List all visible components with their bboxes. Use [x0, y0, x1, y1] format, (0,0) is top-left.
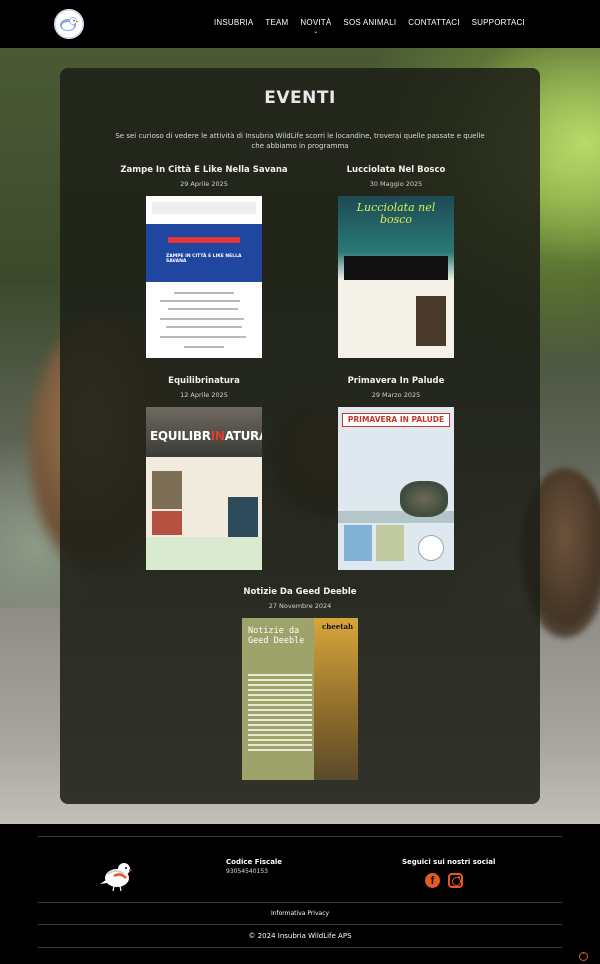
poster-title: PRIMAVERA IN PALUDE: [342, 413, 450, 427]
site-header: INSUBRIA TEAM NOVITÀ ⌄ SOS ANIMALI CONTA…: [0, 0, 600, 48]
poster-line: [174, 292, 234, 294]
poster-cheetah-photo: [314, 618, 358, 780]
site-logo[interactable]: [54, 9, 84, 39]
divider: [38, 836, 562, 837]
footer-logo: [98, 854, 138, 894]
poster-badge: [418, 535, 444, 561]
poster-footer: [146, 537, 262, 570]
event-title: Equilibrinatura: [168, 376, 240, 386]
nav-item-team[interactable]: TEAM: [265, 18, 288, 27]
poster-label: cheetah: [322, 622, 354, 631]
event-date: 30 Maggio 2025: [369, 180, 423, 188]
poster-title-part: ATURA: [224, 429, 262, 443]
event-title: Notizie Da Geed Deeble: [243, 587, 357, 597]
poster-text: ZAMPE IN CITTÀ E LIKE NELLA SAVANA: [166, 254, 242, 264]
scroll-to-top-icon[interactable]: ˄: [579, 952, 588, 961]
main-nav: INSUBRIA TEAM NOVITÀ ⌄ SOS ANIMALI CONTA…: [214, 18, 537, 35]
event-poster[interactable]: cheetah Notizie da Geed Deeble: [242, 618, 358, 780]
poster-title-part: EQUILIBR: [150, 429, 211, 443]
privacy-link[interactable]: Informativa Privacy: [0, 910, 600, 917]
event-date: 29 Aprile 2025: [180, 180, 228, 188]
event-date: 29 Marzo 2025: [371, 391, 421, 399]
poster-header-logos: [152, 202, 256, 214]
divider: [38, 902, 562, 903]
poster-band: [146, 224, 262, 282]
event-card: Primavera In Palude 29 Marzo 2025: [292, 376, 500, 399]
site-footer: Codice Fiscale 93054540153 Seguici sui n…: [0, 824, 600, 964]
nav-item-contattaci[interactable]: CONTATTACI: [408, 18, 459, 27]
social-label: Seguici sui nostri social: [402, 858, 496, 866]
event-poster[interactable]: PRIMAVERA IN PALUDE: [338, 407, 454, 570]
nav-item-sos-animali[interactable]: SOS ANIMALI: [343, 18, 396, 27]
poster-banner: [344, 256, 448, 280]
poster-line: [166, 326, 242, 328]
event-title: Zampe In Città E Like Nella Savana: [120, 165, 288, 175]
poster-line: [160, 300, 240, 302]
copyright: © 2024 Insubria WildLife APS: [248, 932, 352, 940]
divider: [38, 924, 562, 925]
poster-line: [160, 318, 244, 320]
poster-photo: [376, 525, 404, 561]
bird-logo-icon: [54, 9, 84, 39]
event-poster[interactable]: EQUILIBRINATURA: [146, 407, 262, 570]
events-title: EVENTI: [264, 88, 336, 108]
nav-item-novita-label: NOVITÀ: [300, 18, 332, 27]
poster-body: [248, 674, 312, 754]
poster-line: [184, 346, 224, 348]
event-date: 27 Novembre 2024: [268, 602, 332, 610]
event-poster[interactable]: ZAMPE IN CITTÀ E LIKE NELLA SAVANA: [146, 196, 262, 358]
poster-photo: [416, 296, 446, 346]
poster-title: Lucciolata nel bosco: [356, 201, 436, 226]
events-intro: Se sei curioso di vedere le attività di …: [115, 132, 485, 150]
event-card: Lucciolata Nel Bosco 30 Maggio 2025: [292, 165, 500, 188]
instagram-icon[interactable]: [448, 873, 463, 888]
nav-item-novita[interactable]: NOVITÀ ⌄: [300, 18, 332, 35]
poster-duck-photo: [400, 481, 448, 517]
event-title: Primavera In Palude: [347, 376, 445, 386]
facebook-icon[interactable]: f: [425, 873, 440, 888]
poster-book-cover: [228, 497, 258, 539]
chevron-down-icon: ⌄: [313, 29, 319, 35]
events-panel: EVENTI Se sei curioso di vedere le attiv…: [60, 68, 540, 804]
poster-photo: [152, 471, 182, 509]
poster-line: [160, 336, 246, 338]
poster-title-highlight: IN: [210, 429, 225, 443]
poster-photo: [344, 525, 372, 561]
poster-date-ribbon: [168, 237, 240, 243]
event-title: Lucciolata Nel Bosco: [346, 165, 446, 175]
poster-photo: [152, 511, 182, 535]
event-date: 12 Aprile 2025: [180, 391, 228, 399]
poster-title: Notizie da Geed Deeble: [248, 626, 305, 646]
nav-item-insubria[interactable]: INSUBRIA: [214, 18, 253, 27]
fiscal-code-label: Codice Fiscale: [226, 858, 283, 866]
event-card: Equilibrinatura 12 Aprile 2025: [100, 376, 308, 399]
poster-line: [168, 308, 238, 310]
fiscal-code-value: 93054540153: [226, 868, 268, 875]
event-poster[interactable]: Lucciolata nel bosco: [338, 196, 454, 358]
bird-logo-icon: [100, 863, 133, 892]
event-card: Notizie Da Geed Deeble 27 Novembre 2024: [196, 587, 404, 610]
poster-title: EQUILIBRINATURA: [150, 429, 262, 443]
event-card: Zampe In Città E Like Nella Savana 29 Ap…: [100, 165, 308, 188]
divider: [38, 947, 562, 948]
nav-item-supportaci[interactable]: SUPPORTACI: [472, 18, 525, 27]
